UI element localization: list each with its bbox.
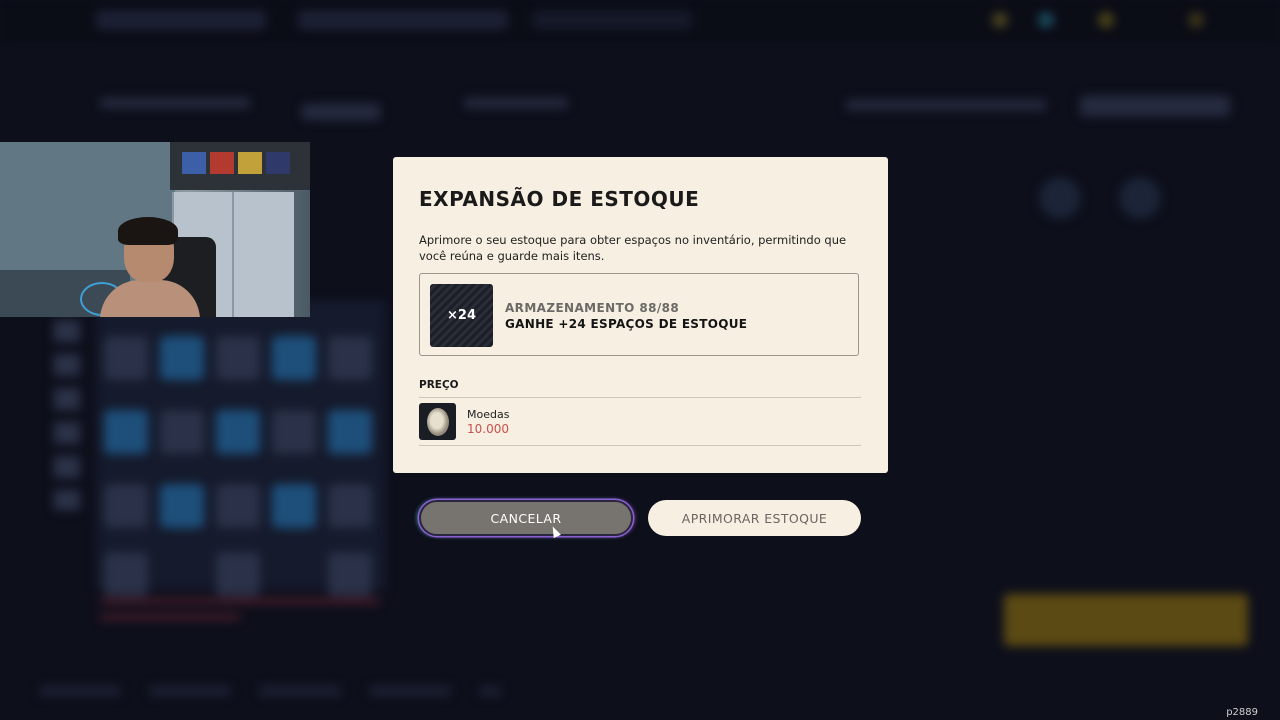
warning-text-blur: [100, 614, 240, 620]
webcam-shelf: [170, 142, 310, 190]
shelf-item: [182, 152, 206, 174]
inventory-cell: [160, 336, 204, 380]
shelf-item: [210, 152, 234, 174]
inventory-grid: [96, 300, 386, 596]
dialog-description: Aprimore o seu estoque para obter espaço…: [419, 233, 847, 263]
inventory-cell: [216, 336, 260, 380]
category-sidebar: [54, 320, 80, 510]
inventory-cell: [328, 484, 372, 528]
header-button-blur: [1080, 96, 1230, 116]
inventory-cell: [216, 552, 260, 596]
inventory-cell: [160, 410, 204, 454]
cancel-button[interactable]: CANCELAR: [419, 500, 633, 536]
inventory-cell: [104, 484, 148, 528]
inventory-cell: [328, 410, 372, 454]
inventory-cell: [272, 336, 316, 380]
currency-chip-icon: [992, 12, 1008, 28]
coin-icon: [419, 403, 456, 440]
price-label: PREÇO: [419, 379, 459, 391]
currency-chip-icon: [1098, 12, 1114, 28]
storage-gain-text: GANHE +24 ESPAÇOS DE ESTOQUE: [505, 317, 748, 331]
storage-bonus-icon: ×24: [430, 284, 493, 347]
currency-chip-icon: [1038, 12, 1054, 28]
inventory-cell: [272, 484, 316, 528]
header-text-blur: [846, 100, 1046, 110]
top-menu-item: [532, 10, 692, 30]
inventory-cell: [216, 410, 260, 454]
inventory-cell: [272, 410, 316, 454]
top-menu-item: [298, 10, 508, 30]
top-menu-item: [96, 10, 266, 30]
inventory-cell: [328, 552, 372, 596]
currency-name: Moedas: [467, 408, 510, 421]
warning-text-blur: [100, 598, 380, 604]
storage-label: ARMAZENAMENTO: [505, 301, 635, 315]
inventory-cell: [104, 410, 148, 454]
inventory-cell: [160, 484, 204, 528]
inventory-cell: [104, 552, 148, 596]
divider: [419, 445, 861, 446]
dialog-title: EXPANSÃO DE ESTOQUE: [419, 187, 700, 211]
inventory-cell: [328, 336, 372, 380]
webcam-person-hair: [118, 217, 178, 245]
coin-face: [426, 407, 449, 436]
upgrade-offer-card: ×24 ARMAZENAMENTO 88/88 GANHE +24 ESPAÇO…: [419, 273, 859, 356]
storage-value: 88/88: [639, 301, 680, 315]
shelf-item: [238, 152, 262, 174]
storage-expansion-dialog: EXPANSÃO DE ESTOQUE Aprimore o seu estoq…: [393, 157, 888, 473]
player-name-blur: [100, 98, 250, 108]
currency-amount: 10.000: [467, 422, 509, 436]
inventory-cell: [216, 484, 260, 528]
webcam-overlay: [0, 142, 310, 317]
header-text-blur: [464, 98, 568, 108]
currency-chip-icon: [1188, 12, 1204, 28]
upgrade-storage-button[interactable]: APRIMORAR ESTOQUE: [648, 500, 861, 536]
stream-id-label: p2889: [1226, 707, 1258, 718]
footer-links-blur: [40, 686, 500, 696]
divider: [419, 397, 861, 398]
background-action-button: [1004, 594, 1248, 646]
header-button-blur: [302, 104, 380, 120]
shelf-item: [266, 152, 290, 174]
item-preview-blur: [1000, 150, 1200, 270]
inventory-cell: [104, 336, 148, 380]
storage-capacity: ARMAZENAMENTO 88/88: [505, 301, 679, 315]
